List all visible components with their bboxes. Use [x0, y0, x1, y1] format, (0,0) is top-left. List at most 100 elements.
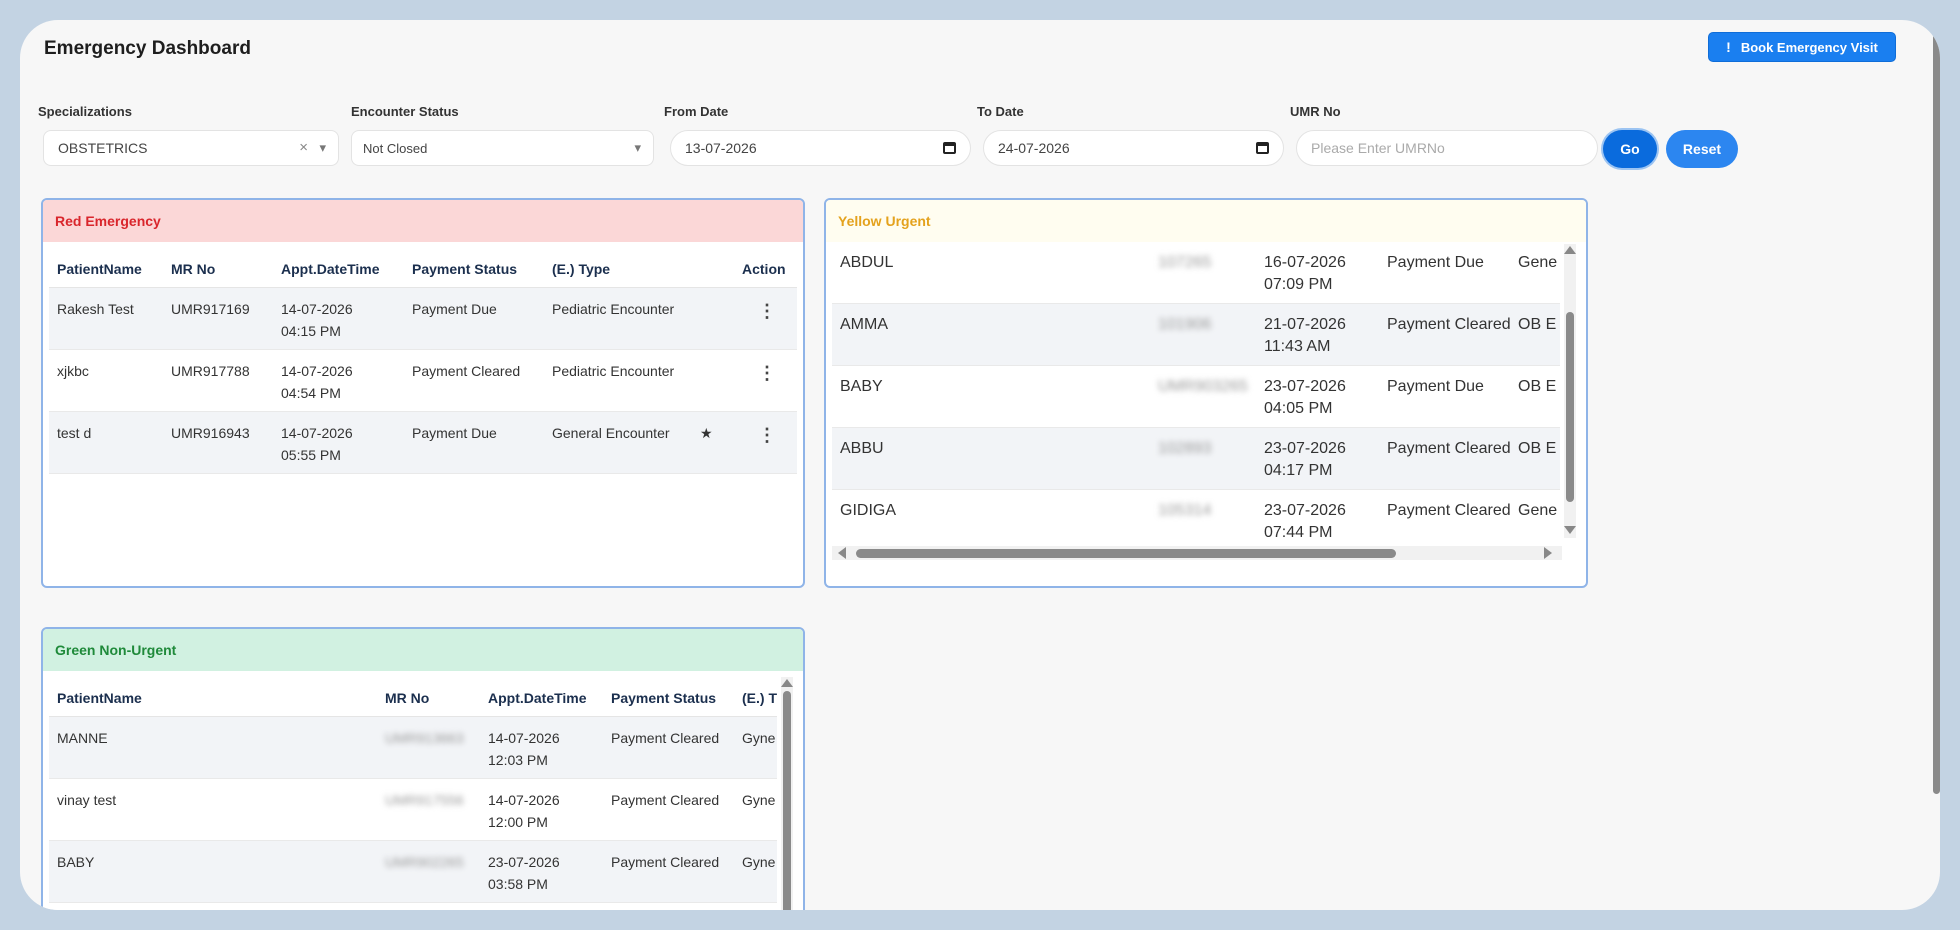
horizontal-scrollbar[interactable] [832, 546, 1562, 560]
specializations-select[interactable]: OBSTETRICS × ▾ [43, 130, 339, 166]
more-actions-icon[interactable]: ⋮ [734, 298, 794, 349]
encounter-status-label: Encounter Status [351, 104, 459, 119]
green-non-urgent-title: Green Non-Urgent [43, 629, 803, 671]
red-emergency-title: Red Emergency [43, 200, 803, 242]
book-emergency-visit-button[interactable]: ! Book Emergency Visit [1708, 32, 1896, 62]
scroll-right-icon[interactable] [1544, 547, 1552, 559]
yellow-urgent-panel: Yellow Urgent ABDUL 107265 16-07-2026 07:… [824, 198, 1588, 588]
to-date-label: To Date [977, 104, 1024, 119]
chevron-down-icon: ▾ [634, 140, 641, 155]
col-payment-status[interactable]: Payment Status [603, 690, 734, 706]
book-emergency-visit-label: Book Emergency Visit [1740, 39, 1878, 55]
table-row[interactable]: xjkbc UMR917788 14-07-2026 04:54 PM Payme… [49, 350, 797, 412]
payment-status: Payment Cleared [412, 363, 521, 379]
umr-no-label: UMR No [1290, 104, 1341, 119]
encounter-type: Pediatric Encounter [552, 301, 675, 317]
mr-no: UMR917556 [385, 792, 464, 808]
payment-status: Payment Cleared [1387, 316, 1510, 333]
scroll-left-icon[interactable] [838, 547, 846, 559]
alert-icon: ! [1726, 39, 1731, 55]
specializations-label: Specializations [38, 104, 132, 119]
payment-status: Payment Cleared [611, 854, 720, 870]
specializations-value: OBSTETRICS [58, 140, 148, 156]
mr-no: UMR903265 [1158, 378, 1248, 395]
scroll-thumb[interactable] [1566, 312, 1574, 502]
appt-datetime: 14-07-2026 12:00 PM [488, 792, 560, 830]
mr-no: UMR917169 [171, 301, 250, 317]
payment-status: Payment Cleared [611, 792, 720, 808]
col-mr-no[interactable]: MR No [163, 261, 273, 277]
calendar-icon[interactable] [943, 142, 956, 154]
table-header: PatientName MR No Appt.DateTime Payment … [49, 679, 777, 717]
vertical-scrollbar[interactable] [781, 677, 793, 910]
encounter-type: General Encounter ★ [544, 422, 734, 473]
payment-status: Payment Due [412, 425, 497, 441]
patient-name: BABY [57, 854, 95, 870]
red-emergency-table: PatientName MR No Appt.DateTime Payment … [49, 250, 797, 474]
scroll-up-icon[interactable] [1564, 246, 1576, 254]
table-row[interactable]: MANNE UMR913663 14-07-2026 12:03 PM Payme… [49, 717, 777, 779]
payment-status: Payment Due [412, 301, 497, 317]
more-actions-icon[interactable]: ⋮ [734, 360, 794, 411]
col-patientname[interactable]: PatientName [49, 690, 377, 706]
appt-datetime: 23-07-2026 04:17 PM [1264, 440, 1346, 479]
patient-name: AMMA [840, 316, 888, 333]
go-button[interactable]: Go [1603, 130, 1657, 168]
col-appt-datetime[interactable]: Appt.DateTime [273, 261, 404, 277]
page-scrollbar-thumb[interactable] [1933, 34, 1940, 794]
scroll-up-icon[interactable] [781, 679, 793, 687]
scroll-down-icon[interactable] [1564, 526, 1576, 534]
reset-button[interactable]: Reset [1666, 130, 1738, 168]
patient-name: xjkbc [57, 363, 89, 379]
col-patientname[interactable]: PatientName [49, 261, 163, 277]
payment-status: Payment Due [1387, 254, 1484, 271]
umr-no-input[interactable]: Please Enter UMRNo [1296, 130, 1598, 166]
table-row[interactable]: Rakesh Test UMR917169 14-07-2026 04:15 PM… [49, 288, 797, 350]
patient-name: Rakesh Test [57, 301, 134, 317]
from-date-input[interactable]: 13-07-2026 [670, 130, 971, 166]
more-actions-icon[interactable]: ⋮ [734, 422, 794, 473]
appt-datetime: 14-07-2026 12:03 PM [488, 730, 560, 768]
table-header: PatientName MR No Appt.DateTime Payment … [49, 250, 797, 288]
table-row[interactable]: AMMA 101906 21-07-2026 11:43 AM Payment C… [832, 304, 1560, 366]
yellow-urgent-table: ABDUL 107265 16-07-2026 07:09 PM Payment … [832, 242, 1560, 542]
patient-name: BABY [840, 378, 883, 395]
payment-status: Payment Cleared [611, 730, 720, 746]
col-encounter-type[interactable]: (E.) Type [544, 261, 734, 277]
col-appt-datetime[interactable]: Appt.DateTime [480, 690, 603, 706]
table-row[interactable]: test d UMR916943 14-07-2026 05:55 PM Paym… [49, 412, 797, 474]
col-encounter-type[interactable]: (E.) T [734, 690, 777, 706]
table-row[interactable]: BABY UMR902265 23-07-2026 03:58 PM Paymen… [49, 841, 777, 903]
mr-no: 102893 [1158, 440, 1212, 457]
mr-no: UMR917788 [171, 363, 250, 379]
appt-datetime: 23-07-2026 07:44 PM [1264, 502, 1346, 541]
table-row[interactable]: BABY UMR903265 23-07-2026 04:05 PM Paymen… [832, 366, 1560, 428]
vertical-scrollbar[interactable] [1564, 244, 1576, 538]
scroll-thumb[interactable] [856, 549, 1396, 558]
encounter-status-select[interactable]: Not Closed ▾ [351, 130, 654, 166]
patient-name: MANNE [57, 730, 108, 746]
table-row[interactable]: vinay test UMR917556 14-07-2026 12:00 PM … [49, 779, 777, 841]
scroll-thumb[interactable] [783, 691, 791, 910]
encounter-type: OB E [1518, 440, 1557, 457]
red-emergency-panel: Red Emergency PatientName MR No Appt.Dat… [41, 198, 805, 588]
calendar-icon[interactable] [1256, 142, 1269, 154]
col-mr-no[interactable]: MR No [377, 690, 480, 706]
patient-name: ABBU [840, 440, 884, 457]
encounter-type: Pediatric Encounter [552, 363, 675, 379]
table-row[interactable]: GIDIGA 105314 23-07-2026 07:44 PM Payment… [832, 490, 1560, 542]
patient-name: GIDIGA [840, 502, 897, 519]
umr-no-placeholder: Please Enter UMRNo [1311, 140, 1445, 156]
star-icon: ★ [700, 425, 713, 441]
encounter-type: OB E [1518, 316, 1557, 333]
table-row[interactable]: ABBU 102893 23-07-2026 04:17 PM Payment C… [832, 428, 1560, 490]
clear-icon[interactable]: × [299, 139, 308, 156]
patient-name: ABDUL [840, 254, 894, 271]
to-date-input[interactable]: 24-07-2026 [983, 130, 1284, 166]
col-payment-status[interactable]: Payment Status [404, 261, 544, 277]
table-row[interactable]: ABDUL 107265 16-07-2026 07:09 PM Payment … [832, 242, 1560, 304]
mr-no: 107265 [1158, 254, 1212, 271]
from-date-value: 13-07-2026 [685, 140, 757, 156]
mr-no: 101906 [1158, 316, 1212, 333]
from-date-label: From Date [664, 104, 729, 119]
